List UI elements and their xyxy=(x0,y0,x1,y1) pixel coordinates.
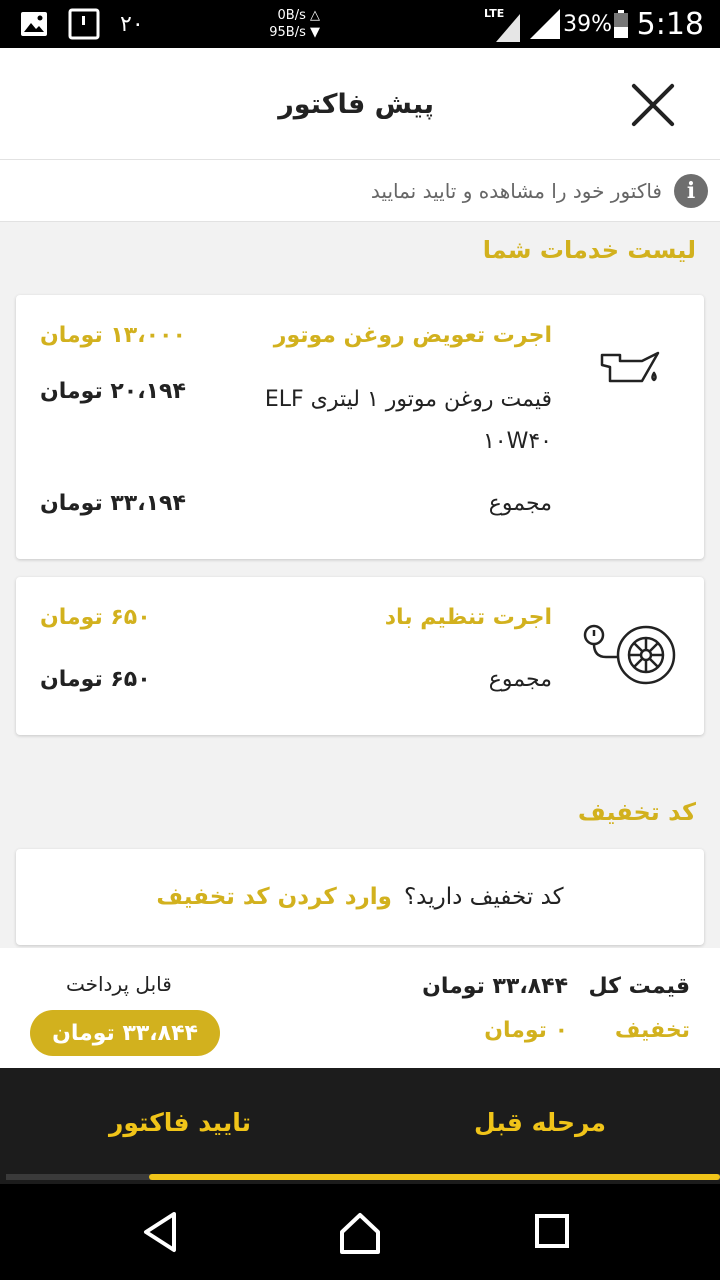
discount-title: کد تخفیف xyxy=(577,798,696,826)
service-line-label: اجرت تنظیم باد xyxy=(384,605,552,630)
clock: 5:18 xyxy=(636,6,704,42)
service-line-label: قیمت روغن موتور ۱ لیتری ELF ۱۰W۴۰ xyxy=(264,387,552,454)
battery-icon xyxy=(614,0,628,48)
payable-amount-badge: ۳۳،۸۴۴ تومان xyxy=(30,1010,220,1056)
page-title: پیش فاکتور xyxy=(278,88,434,120)
confirm-invoice-button[interactable]: تایید فاکتور xyxy=(0,1068,360,1176)
enter-discount-code-link[interactable]: وارد کردن کد تخفیف xyxy=(156,884,392,910)
oil-can-icon xyxy=(598,347,664,395)
total-price-label: قیمت کل xyxy=(588,974,690,999)
info-banner: i فاکتور خود را مشاهده و تایید نمایید xyxy=(0,160,720,222)
net-up-speed: 0B/s △ xyxy=(277,8,320,23)
discount-question: کد تخفیف دارید؟ xyxy=(403,884,564,910)
card-total-value: ۳۳،۱۹۴ تومان xyxy=(40,491,186,516)
discount-card: کد تخفیف دارید؟ وارد کردن کد تخفیف xyxy=(16,849,704,945)
service-card-oil-change: اجرت تعویض روغن موتور ۱۳،۰۰۰ تومان قیمت … xyxy=(16,295,704,559)
status-bar: ۲۰ 0B/s △ 95B/s ▼ LTE 39% 5:18 xyxy=(0,0,720,48)
lte-signal-icon: LTE xyxy=(484,0,524,48)
progress-fill xyxy=(148,1174,720,1180)
service-line-price: ۶۵۰ تومان xyxy=(40,605,151,630)
card-total-label: مجموع xyxy=(488,667,552,692)
notification-count: ۲۰ xyxy=(120,11,144,37)
payable-label: قابل پرداخت xyxy=(66,972,172,996)
lte-label: LTE xyxy=(484,7,504,20)
price-summary: قیمت کل ۳۳،۸۴۴ تومان تخفیف ۰ تومان قابل … xyxy=(0,948,720,1068)
services-title: لیست خدمات شما xyxy=(482,236,696,264)
info-text: فاکتور خود را مشاهده و تایید نمایید xyxy=(370,179,662,203)
progress-track xyxy=(6,1174,720,1180)
service-card-tire-pressure: اجرت تنظیم باد ۶۵۰ تومان مجموع ۶۵۰ تومان xyxy=(16,577,704,735)
service-line-label: اجرت تعویض روغن موتور xyxy=(273,323,552,348)
discount-value: ۰ تومان xyxy=(484,1018,568,1043)
gallery-notification-icon xyxy=(20,0,48,48)
tire-pressure-icon xyxy=(582,621,678,691)
previous-step-button[interactable]: مرحله قبل xyxy=(360,1068,720,1176)
sim-card-icon xyxy=(68,0,100,48)
card-total-value: ۶۵۰ تومان xyxy=(40,667,151,692)
net-down-speed: 95B/s ▼ xyxy=(269,25,320,40)
home-icon[interactable] xyxy=(330,1202,390,1262)
info-icon: i xyxy=(674,174,708,208)
app-header: پیش فاکتور xyxy=(0,48,720,160)
back-icon[interactable] xyxy=(130,1202,190,1262)
discount-label: تخفیف xyxy=(614,1018,690,1043)
total-price-value: ۳۳،۸۴۴ تومان xyxy=(422,974,568,999)
service-line-price: ۲۰،۱۹۴ تومان xyxy=(40,379,186,404)
discount-line: کد تخفیف دارید؟ وارد کردن کد تخفیف xyxy=(16,849,704,945)
action-bar: مرحله قبل تایید فاکتور xyxy=(0,1068,720,1184)
signal-icon xyxy=(530,0,560,48)
system-nav-bar xyxy=(0,1184,720,1280)
battery-percent: 39% xyxy=(563,11,612,37)
card-total-label: مجموع xyxy=(488,491,552,516)
recent-apps-icon[interactable] xyxy=(522,1202,582,1262)
network-speed: 0B/s △ 95B/s ▼ xyxy=(258,0,320,48)
close-icon[interactable] xyxy=(628,80,678,130)
service-line-price: ۱۳،۰۰۰ تومان xyxy=(40,323,186,348)
